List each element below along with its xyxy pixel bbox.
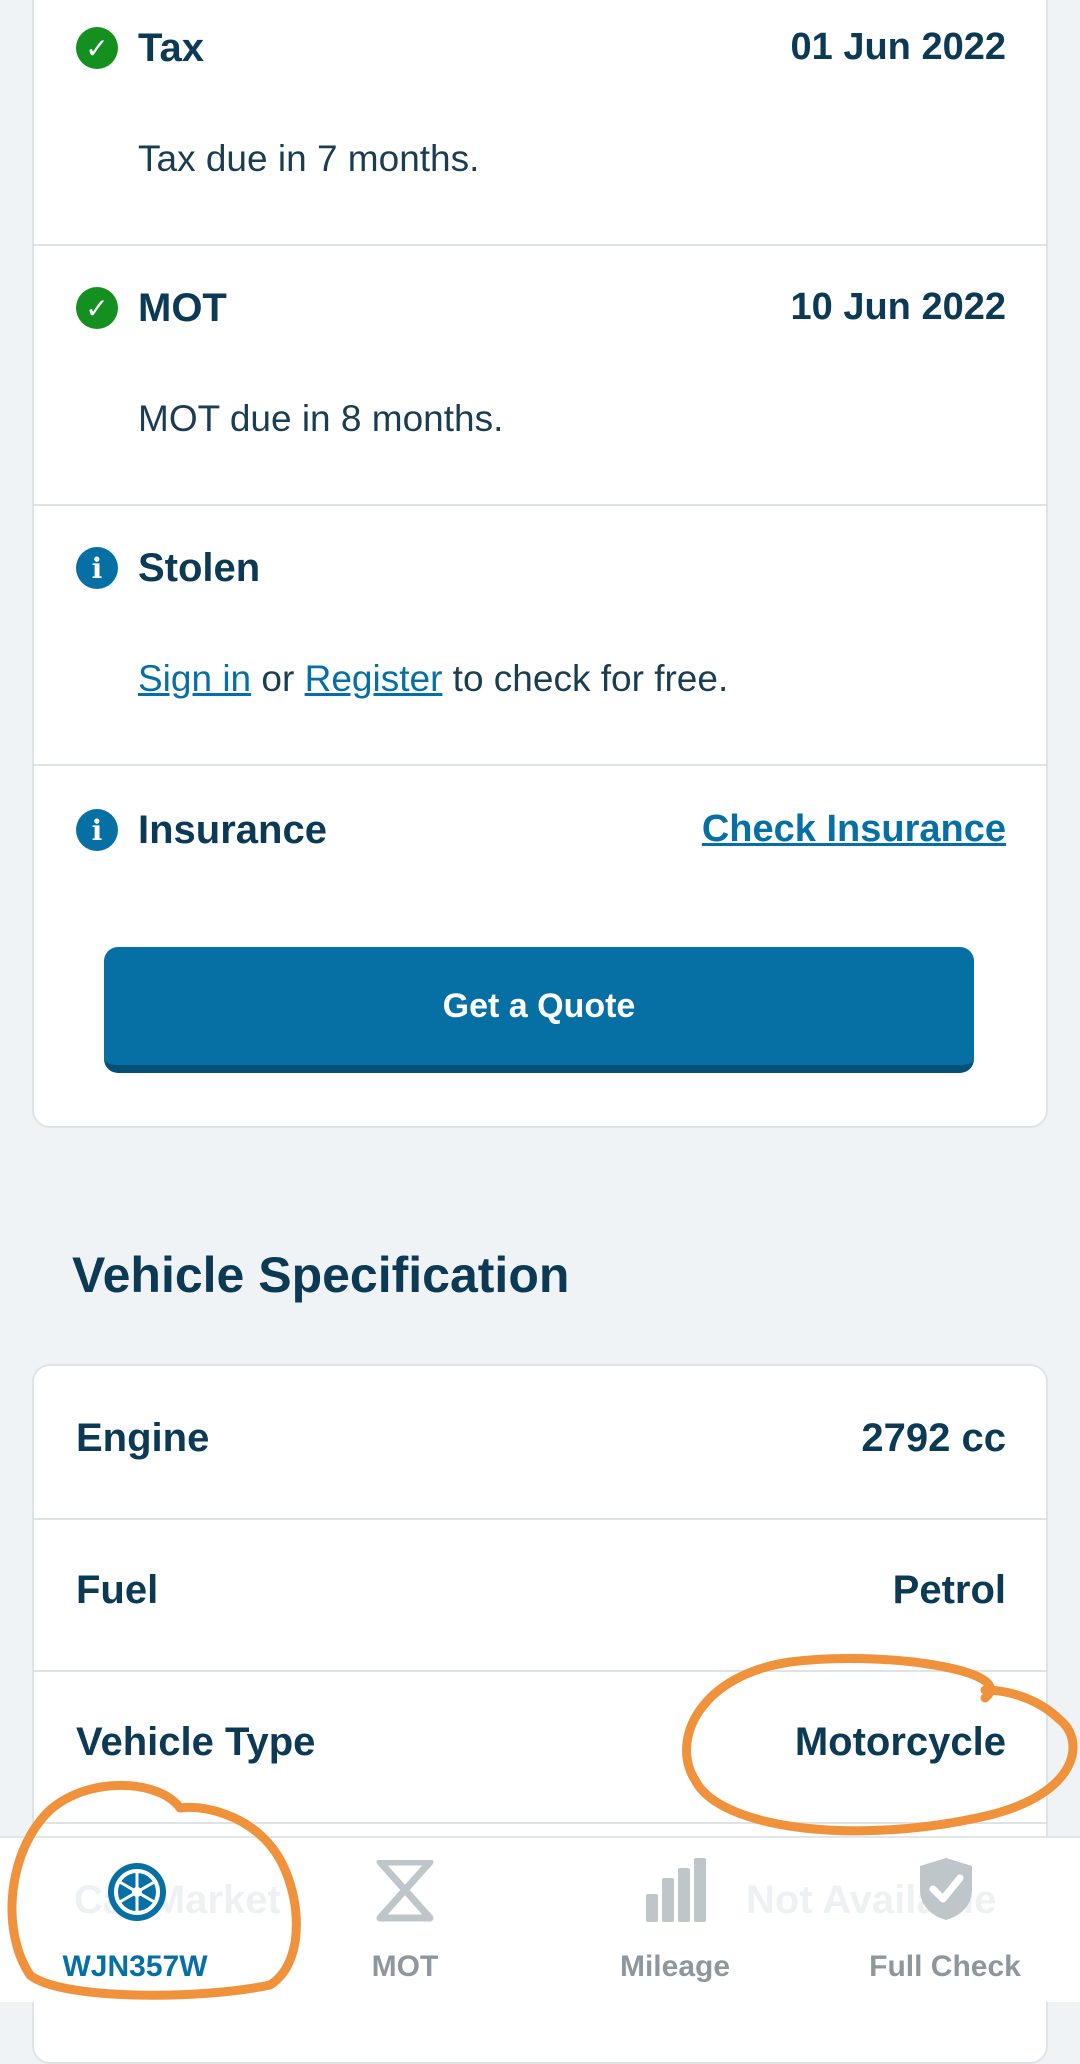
tax-description: Tax due in 7 months. xyxy=(138,138,480,179)
spec-row-engine: Engine 2792 cc xyxy=(34,1366,1046,1520)
spec-row-vehicle-type: Vehicle Type Motorcycle xyxy=(34,1670,1046,1824)
spec-row-fuel: Fuel Petrol xyxy=(34,1518,1046,1672)
nav-label: WJN357W xyxy=(62,1950,208,1983)
get-quote-button[interactable]: Get a Quote xyxy=(104,947,974,1073)
mot-description: MOT due in 8 months. xyxy=(138,398,504,439)
tax-row: ✓ Tax 01 Jun 2022 Tax due in 7 months. xyxy=(34,0,1046,246)
stolen-description: Sign in or Register to check for free. xyxy=(138,658,728,700)
stolen-row: i Stolen Sign in or Register to check fo… xyxy=(34,504,1046,766)
check-insurance-link[interactable]: Check Insurance xyxy=(702,808,1006,851)
vehicle-status-card: ✓ Tax 01 Jun 2022 Tax due in 7 months. ✓… xyxy=(32,0,1048,1128)
wheel-icon xyxy=(108,1863,166,1921)
spec-label: Vehicle Type xyxy=(76,1720,316,1764)
check-circle-icon: ✓ xyxy=(76,27,118,69)
bottom-nav: Car Market Not Available WJN357W MOT Mil… xyxy=(0,1836,1080,2002)
nav-label: MOT xyxy=(371,1950,439,1983)
spec-label: Fuel xyxy=(76,1568,159,1612)
check-free-text: to check for free. xyxy=(452,658,729,699)
nav-label: Full Check xyxy=(869,1950,1021,1983)
spec-value: Motorcycle xyxy=(794,1720,1006,1764)
spec-value: Petrol xyxy=(892,1568,1006,1612)
mot-date: 10 Jun 2022 xyxy=(790,286,1006,328)
bar-chart-icon xyxy=(646,1858,706,1922)
spec-label: Engine xyxy=(76,1416,210,1460)
sign-in-link[interactable]: Sign in xyxy=(138,658,251,699)
mot-row: ✓ MOT 10 Jun 2022 MOT due in 8 months. xyxy=(34,244,1046,506)
nav-item-full-check[interactable]: Full Check xyxy=(810,1838,1080,2002)
shield-check-icon xyxy=(920,1858,972,1920)
section-title: Vehicle Specification xyxy=(72,1247,570,1303)
insurance-title: Insurance xyxy=(138,808,327,852)
register-link[interactable]: Register xyxy=(305,658,443,699)
mot-title: MOT xyxy=(138,286,227,330)
nav-item-vehicle[interactable]: WJN357W xyxy=(0,1838,270,2002)
spec-value: 2792 cc xyxy=(861,1416,1006,1460)
mot-triangle-icon xyxy=(376,1860,434,1922)
nav-label: Mileage xyxy=(619,1950,731,1983)
check-circle-icon: ✓ xyxy=(76,287,118,329)
nav-item-mileage[interactable]: Mileage xyxy=(540,1838,810,2002)
or-text: or xyxy=(261,658,295,699)
tax-date: 01 Jun 2022 xyxy=(790,26,1006,68)
tax-title: Tax xyxy=(138,26,204,70)
info-icon: i xyxy=(76,809,118,851)
info-icon: i xyxy=(76,547,118,589)
stolen-title: Stolen xyxy=(138,546,261,590)
nav-item-mot[interactable]: MOT xyxy=(270,1838,540,2002)
